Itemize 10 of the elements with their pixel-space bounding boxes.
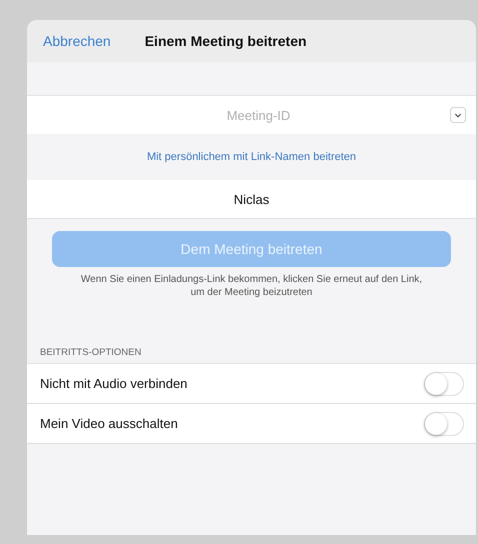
toggle-switch[interactable] <box>424 372 464 396</box>
cancel-link[interactable]: Abbrechen <box>43 33 111 49</box>
personal-link[interactable]: Mit persönlichem mit Link-Namen beitreten <box>146 151 356 163</box>
hint-text: Wenn Sie einen Einladungs-Link bekommen, klicken Sie erneut auf den Link, um der Meeting beizutreten <box>80 273 424 299</box>
dropdown-icon[interactable] <box>450 107 466 123</box>
option-label: Mein Video ausschalten <box>40 416 178 431</box>
toggle-switch[interactable] <box>424 412 464 436</box>
dialog-title: Einem Meeting beitreten <box>144 33 307 49</box>
name-field[interactable]: Niclas <box>27 180 476 218</box>
option-label: Nicht mit Audio verbinden <box>40 376 188 391</box>
